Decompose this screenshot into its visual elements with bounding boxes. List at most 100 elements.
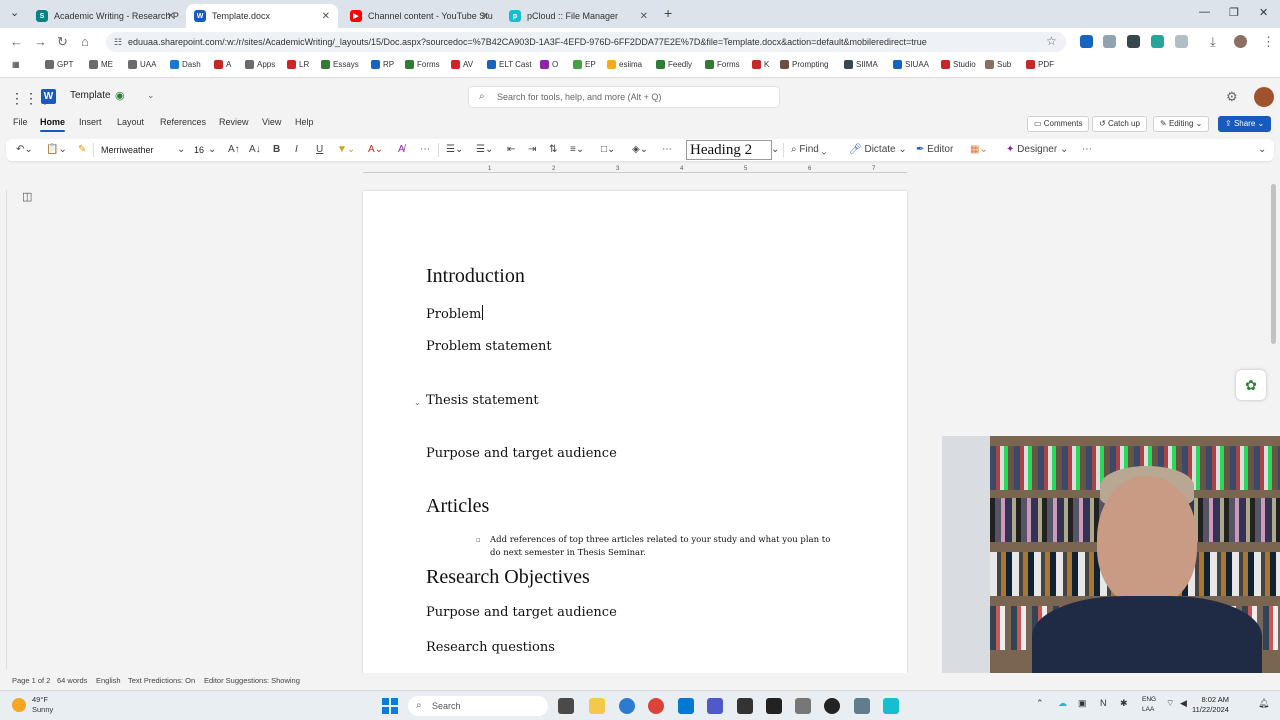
editor-button[interactable]: ✒ Editor: [916, 143, 953, 157]
bold-icon[interactable]: B: [273, 143, 280, 157]
chevron-up-icon[interactable]: ⌃: [1036, 698, 1044, 709]
numbering-icon[interactable]: ☰⌄: [476, 143, 493, 157]
bookmark[interactable]: Feedly: [656, 60, 692, 69]
heading-problem[interactable]: Problem: [426, 305, 484, 322]
italic-icon[interactable]: I: [295, 143, 298, 157]
editing-mode-button[interactable]: ✎ Editing ⌄: [1153, 116, 1210, 132]
bookmark[interactable]: Dash: [170, 60, 201, 69]
tab-search-icon[interactable]: ⌄: [10, 6, 19, 19]
notifications-icon[interactable]: 🔔︎: [1258, 698, 1269, 709]
settings-icon[interactable]: [854, 698, 870, 714]
bookmark[interactable]: Sub: [985, 60, 1011, 69]
collapse-chevron-icon[interactable]: ⌄: [414, 398, 421, 407]
tab-insert[interactable]: Insert: [79, 117, 102, 127]
more-icon[interactable]: ⋯: [420, 143, 430, 157]
tab-file[interactable]: File: [13, 117, 28, 127]
reload-icon[interactable]: ↻: [57, 34, 68, 50]
document-page[interactable]: Introduction Problem Problem statement ⌄…: [363, 191, 907, 681]
format-painter-icon[interactable]: ✎: [78, 143, 86, 157]
bullets-icon[interactable]: ☰⌄: [446, 143, 463, 157]
bookmark[interactable]: esiima: [607, 60, 642, 69]
scrollbar-thumb[interactable]: [1271, 184, 1276, 344]
shading-icon[interactable]: ◈⌄: [632, 143, 648, 157]
bookmark[interactable]: Essays: [321, 60, 359, 69]
heading-research-objectives[interactable]: Research Objectives: [426, 566, 590, 589]
file-explorer-icon[interactable]: [589, 698, 605, 714]
taskbar-search[interactable]: ⌕ Search: [408, 696, 548, 716]
tab-review[interactable]: Review: [219, 117, 249, 127]
chevron-down-icon[interactable]: ⌄: [147, 90, 155, 101]
edge-icon[interactable]: [619, 698, 635, 714]
forward-icon[interactable]: →: [34, 34, 47, 49]
chevron-down-icon[interactable]: ⌄: [177, 143, 185, 157]
heading-purpose[interactable]: Purpose and target audience: [426, 446, 617, 461]
decrease-indent-icon[interactable]: ⇤: [507, 143, 515, 157]
clear-formatting-icon[interactable]: A̸: [398, 143, 405, 157]
bookmark[interactable]: UAA: [128, 60, 156, 69]
catch-up-button[interactable]: ↺ Catch up: [1092, 116, 1147, 132]
more-icon[interactable]: ⋯: [662, 143, 672, 157]
bookmark[interactable]: Apps: [245, 60, 275, 69]
search-input[interactable]: ⌕ Search for tools, help, and more (Alt …: [468, 86, 780, 108]
close-icon[interactable]: ✕: [322, 11, 330, 22]
bookmark[interactable]: K: [752, 60, 769, 69]
pcloud-icon[interactable]: [883, 698, 899, 714]
avatar[interactable]: [1254, 87, 1274, 107]
bookmark[interactable]: SIUAA: [893, 60, 929, 69]
cloud-icon[interactable]: ☁: [1058, 698, 1067, 709]
highlight-icon[interactable]: ▼⌄: [337, 143, 355, 157]
bookmark-star-icon[interactable]: ☆: [1046, 34, 1057, 48]
comments-button[interactable]: ▭ Comments: [1027, 116, 1090, 132]
bookmark[interactable]: Prompting: [780, 60, 828, 69]
heading-research-questions[interactable]: Research questions: [426, 640, 555, 655]
style-select[interactable]: Heading 2: [686, 140, 772, 160]
bookmark[interactable]: SIIMA: [844, 60, 878, 69]
tray-app-icon[interactable]: ▣: [1078, 698, 1087, 709]
calendar-icon[interactable]: [737, 698, 753, 714]
share-button[interactable]: ⇪ Share ⌄: [1218, 116, 1272, 132]
browser-tab-pcloud[interactable]: p pCloud :: File Manager ✕: [501, 4, 656, 28]
menu-kebab-icon[interactable]: ⋮: [1262, 34, 1275, 50]
extension-icon[interactable]: [1151, 35, 1164, 48]
close-icon[interactable]: ✕: [167, 11, 175, 22]
notion-icon[interactable]: [766, 698, 782, 714]
gear-icon[interactable]: ⚙: [1226, 89, 1238, 105]
start-windows-icon[interactable]: [382, 698, 398, 714]
tab-layout[interactable]: Layout: [117, 117, 144, 127]
font-color-icon[interactable]: A⌄: [368, 143, 383, 157]
editor-suggestions-status[interactable]: Editor Suggestions: Showing: [204, 676, 300, 685]
bookmark[interactable]: PDF: [1026, 60, 1054, 69]
underline-icon[interactable]: U: [316, 143, 323, 157]
clipboard-icon[interactable]: 📋⌄: [46, 143, 67, 157]
add-ins-icon[interactable]: ▦⌄: [970, 143, 988, 157]
heading-articles[interactable]: Articles: [426, 495, 489, 518]
text-predictions-status[interactable]: Text Predictions: On: [128, 676, 195, 685]
undo-icon[interactable]: ↶⌄: [16, 143, 33, 157]
extension-icon[interactable]: [1127, 35, 1140, 48]
outlook-icon[interactable]: [678, 698, 694, 714]
tab-home[interactable]: Home: [40, 117, 66, 132]
bookmark[interactable]: ME: [89, 60, 113, 69]
shrink-font-icon[interactable]: A↓: [249, 143, 261, 157]
heading-purpose-2[interactable]: Purpose and target audience: [426, 605, 617, 620]
borders-icon[interactable]: □⌄: [601, 143, 615, 157]
bluetooth-icon[interactable]: ✱: [1120, 698, 1128, 709]
tab-help[interactable]: Help: [295, 117, 314, 127]
restore-icon[interactable]: ❐: [1229, 6, 1239, 19]
chevron-down-icon[interactable]: ⌄: [1258, 143, 1266, 157]
find-button[interactable]: ⌕ Find ⌄: [791, 143, 826, 157]
app-icon[interactable]: [795, 698, 811, 714]
browser-tab-youtube-studio[interactable]: ▶ Channel content - YouTube Stu ✕: [342, 4, 497, 28]
volume-icon[interactable]: ◀: [1180, 698, 1187, 709]
heading-thesis-statement[interactable]: Thesis statement: [426, 393, 539, 408]
bookmark[interactable]: GPT: [45, 60, 73, 69]
back-icon[interactable]: ←: [10, 34, 23, 49]
browser-tab-academic-writing[interactable]: S Academic Writing - Research P ✕: [28, 4, 183, 28]
browser-tab-template-docx[interactable]: W Template.docx ✕: [186, 4, 338, 28]
word-count[interactable]: 64 words: [57, 676, 87, 685]
bookmark[interactable]: LR: [287, 60, 309, 69]
increase-indent-icon[interactable]: ⇥: [528, 143, 536, 157]
tab-view[interactable]: View: [262, 117, 281, 127]
chevron-down-icon[interactable]: ⌄: [208, 143, 216, 157]
list-item[interactable]: ▫ Add references of top three articles r…: [476, 534, 834, 560]
